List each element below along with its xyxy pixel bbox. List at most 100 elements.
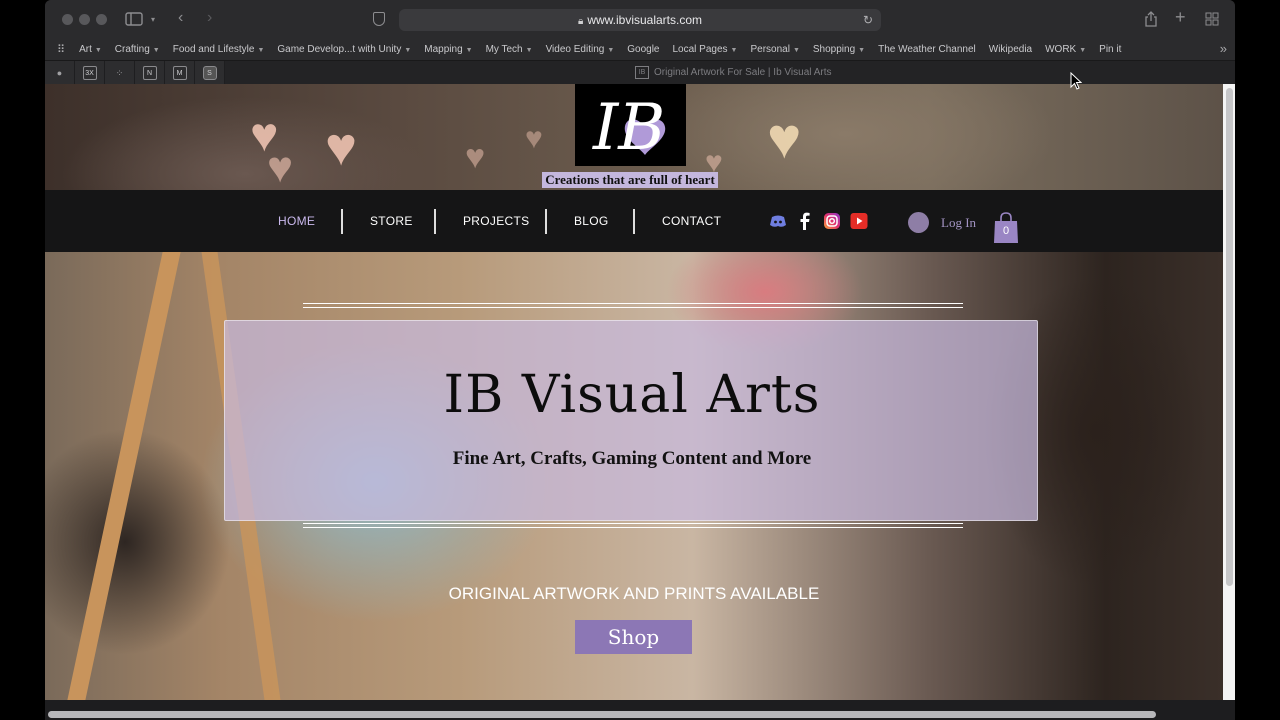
- hero-section: IB Visual Arts Fine Art, Crafts, Gaming …: [45, 252, 1223, 700]
- heart-decoration-icon: ♥: [325, 117, 358, 177]
- tab-overview-icon[interactable]: [1205, 12, 1219, 28]
- heart-decoration-icon: ♥: [267, 143, 294, 192]
- nav-projects[interactable]: PROJECTS: [463, 214, 529, 228]
- reload-icon[interactable]: ↻: [863, 9, 873, 31]
- web-page: ♥ ♥ ♥ ♥ ♥ ♥ ♥ IB Creations that are full…: [45, 84, 1223, 700]
- hero-caption: ORIGINAL ARTWORK AND PRINTS AVAILABLE: [448, 584, 820, 603]
- site-tagline: Creations that are full of heart: [542, 172, 718, 188]
- hero-title: IB Visual Arts: [443, 365, 821, 425]
- chevron-down-icon[interactable]: ▾: [151, 13, 155, 27]
- heart-decoration-icon: ♥: [465, 138, 486, 176]
- user-avatar-icon[interactable]: [908, 212, 929, 233]
- address-bar[interactable]: 🔒︎ www.ibvisualarts.com ↻: [399, 9, 881, 31]
- apple-icon: ●: [56, 68, 63, 78]
- chevron-down-icon: ▼: [257, 46, 265, 54]
- dots-icon: ⁘: [115, 67, 124, 78]
- easel-leg: [67, 252, 181, 700]
- nav-contact[interactable]: CONTACT: [662, 214, 721, 228]
- chevron-down-icon: ▼: [792, 46, 800, 54]
- bookmark-mapping[interactable]: Mapping ▼: [424, 44, 472, 55]
- login-link[interactable]: Log In: [941, 215, 976, 231]
- chevron-down-icon: ▼: [525, 46, 533, 54]
- bookmark-crafting[interactable]: Crafting ▼: [115, 44, 160, 55]
- privacy-shield-icon[interactable]: [373, 12, 385, 26]
- back-icon[interactable]: ‹: [178, 10, 183, 26]
- bookmark-art[interactable]: Art ▼: [79, 44, 102, 55]
- nav-store[interactable]: STORE: [370, 214, 413, 228]
- lock-icon: 🔒︎: [577, 16, 584, 27]
- share-icon[interactable]: [1144, 11, 1158, 29]
- chevron-down-icon: ▼: [152, 46, 160, 54]
- pinned-tab-apple[interactable]: ●: [45, 61, 75, 85]
- bookmark-video-editing[interactable]: Video Editing ▼: [546, 44, 615, 55]
- chevron-down-icon: ▼: [607, 46, 615, 54]
- hero-bottom-rule: [303, 523, 963, 528]
- chevron-down-icon: ▼: [730, 46, 738, 54]
- discord-icon[interactable]: [769, 212, 787, 230]
- tab-strip: ● 3X ⁘ N M S IB Original Artwork For Sal…: [45, 60, 1235, 85]
- horizontal-scrollbar[interactable]: [48, 711, 1156, 718]
- facebook-icon[interactable]: [796, 212, 814, 230]
- nav-blog[interactable]: BLOG: [574, 214, 609, 228]
- bookmark-shopping[interactable]: Shopping ▼: [813, 44, 865, 55]
- site-logo[interactable]: IB: [575, 84, 686, 166]
- apps-grid-icon[interactable]: ⠿: [57, 43, 65, 56]
- m-icon: M: [172, 66, 187, 80]
- chevron-down-icon: ▼: [1079, 46, 1087, 54]
- pinned-tabs: ● 3X ⁘ N M S: [45, 61, 225, 85]
- cart-count: 0: [1002, 225, 1010, 237]
- vertical-scrollbar[interactable]: [1226, 88, 1233, 586]
- hero-banner: IB Visual Arts Fine Art, Crafts, Gaming …: [224, 320, 1038, 521]
- bookmark-my-tech[interactable]: My Tech ▼: [486, 44, 533, 55]
- bookmark-work[interactable]: WORK ▼: [1045, 44, 1086, 55]
- pinned-tab-dots[interactable]: ⁘: [105, 61, 135, 85]
- forward-icon[interactable]: ›: [207, 10, 212, 26]
- active-tab[interactable]: IB Original Artwork For Sale | Ib Visual…: [635, 66, 831, 79]
- hero-top-rule: [303, 303, 963, 308]
- sidebar-toggle-icon[interactable]: [125, 12, 143, 28]
- n-icon: N: [142, 66, 157, 80]
- active-tab-title: Original Artwork For Sale | Ib Visual Ar…: [654, 67, 832, 78]
- bookmark-weather[interactable]: The Weather Channel: [878, 44, 976, 55]
- nav-divider: [434, 209, 436, 234]
- s-icon: S: [202, 66, 217, 80]
- more-bookmarks-icon[interactable]: »: [1220, 41, 1227, 56]
- bookmark-food[interactable]: Food and Lifestyle ▼: [173, 44, 265, 55]
- chevron-down-icon: ▼: [858, 46, 866, 54]
- instagram-icon[interactable]: [823, 212, 841, 230]
- youtube-icon[interactable]: [850, 212, 868, 230]
- chevron-down-icon: ▼: [94, 46, 102, 54]
- heart-decoration-icon: ♥: [525, 122, 543, 155]
- nav-divider: [545, 209, 547, 234]
- heart-decoration-icon: ♥: [767, 106, 802, 171]
- chevron-down-icon: ▼: [465, 46, 473, 54]
- bookmark-local-pages[interactable]: Local Pages ▼: [673, 44, 738, 55]
- hero-subtitle: Fine Art, Crafts, Gaming Content and Mor…: [452, 448, 812, 469]
- close-window-button[interactable]: [62, 14, 73, 25]
- pinned-tab-s[interactable]: S: [195, 61, 225, 85]
- pinned-tab-m[interactable]: M: [165, 61, 195, 85]
- svg-text:IB: IB: [592, 91, 665, 161]
- bookmarks-bar: ⠿ Art ▼ Crafting ▼ Food and Lifestyle ▼ Gam…: [45, 38, 1235, 60]
- chevron-down-icon: ▼: [404, 46, 412, 54]
- nav-home[interactable]: HOME: [278, 214, 315, 228]
- zoom-window-button[interactable]: [96, 14, 107, 25]
- bookmark-google[interactable]: Google: [627, 44, 659, 55]
- new-tab-icon[interactable]: +: [1175, 8, 1186, 26]
- nav-divider: [633, 209, 635, 234]
- minimize-window-button[interactable]: [79, 14, 90, 25]
- pinned-tab-3x[interactable]: 3X: [75, 61, 105, 85]
- bookmark-game-dev[interactable]: Game Develop...t with Unity ▼: [277, 44, 411, 55]
- browser-window: ▾ ‹ › 🔒︎ www.ibvisualarts.com ↻ + ⠿ Art ▼ …: [45, 0, 1235, 720]
- 3x-icon: 3X: [82, 66, 97, 80]
- pinned-tab-n[interactable]: N: [135, 61, 165, 85]
- url-text: www.ibvisualarts.com: [587, 13, 703, 27]
- bookmark-personal[interactable]: Personal ▼: [750, 44, 799, 55]
- bookmark-pin-it[interactable]: Pin it: [1099, 44, 1121, 55]
- mouse-cursor-icon: [1070, 72, 1082, 90]
- ib-logo-icon: IB: [592, 91, 665, 161]
- shop-button[interactable]: Shop: [575, 620, 692, 654]
- browser-toolbar: ▾ ‹ › 🔒︎ www.ibvisualarts.com ↻ +: [45, 0, 1235, 38]
- bookmark-wikipedia[interactable]: Wikipedia: [989, 44, 1032, 55]
- main-nav: HOME STORE PROJECTS BLOG CONTACT Log In …: [45, 190, 1223, 252]
